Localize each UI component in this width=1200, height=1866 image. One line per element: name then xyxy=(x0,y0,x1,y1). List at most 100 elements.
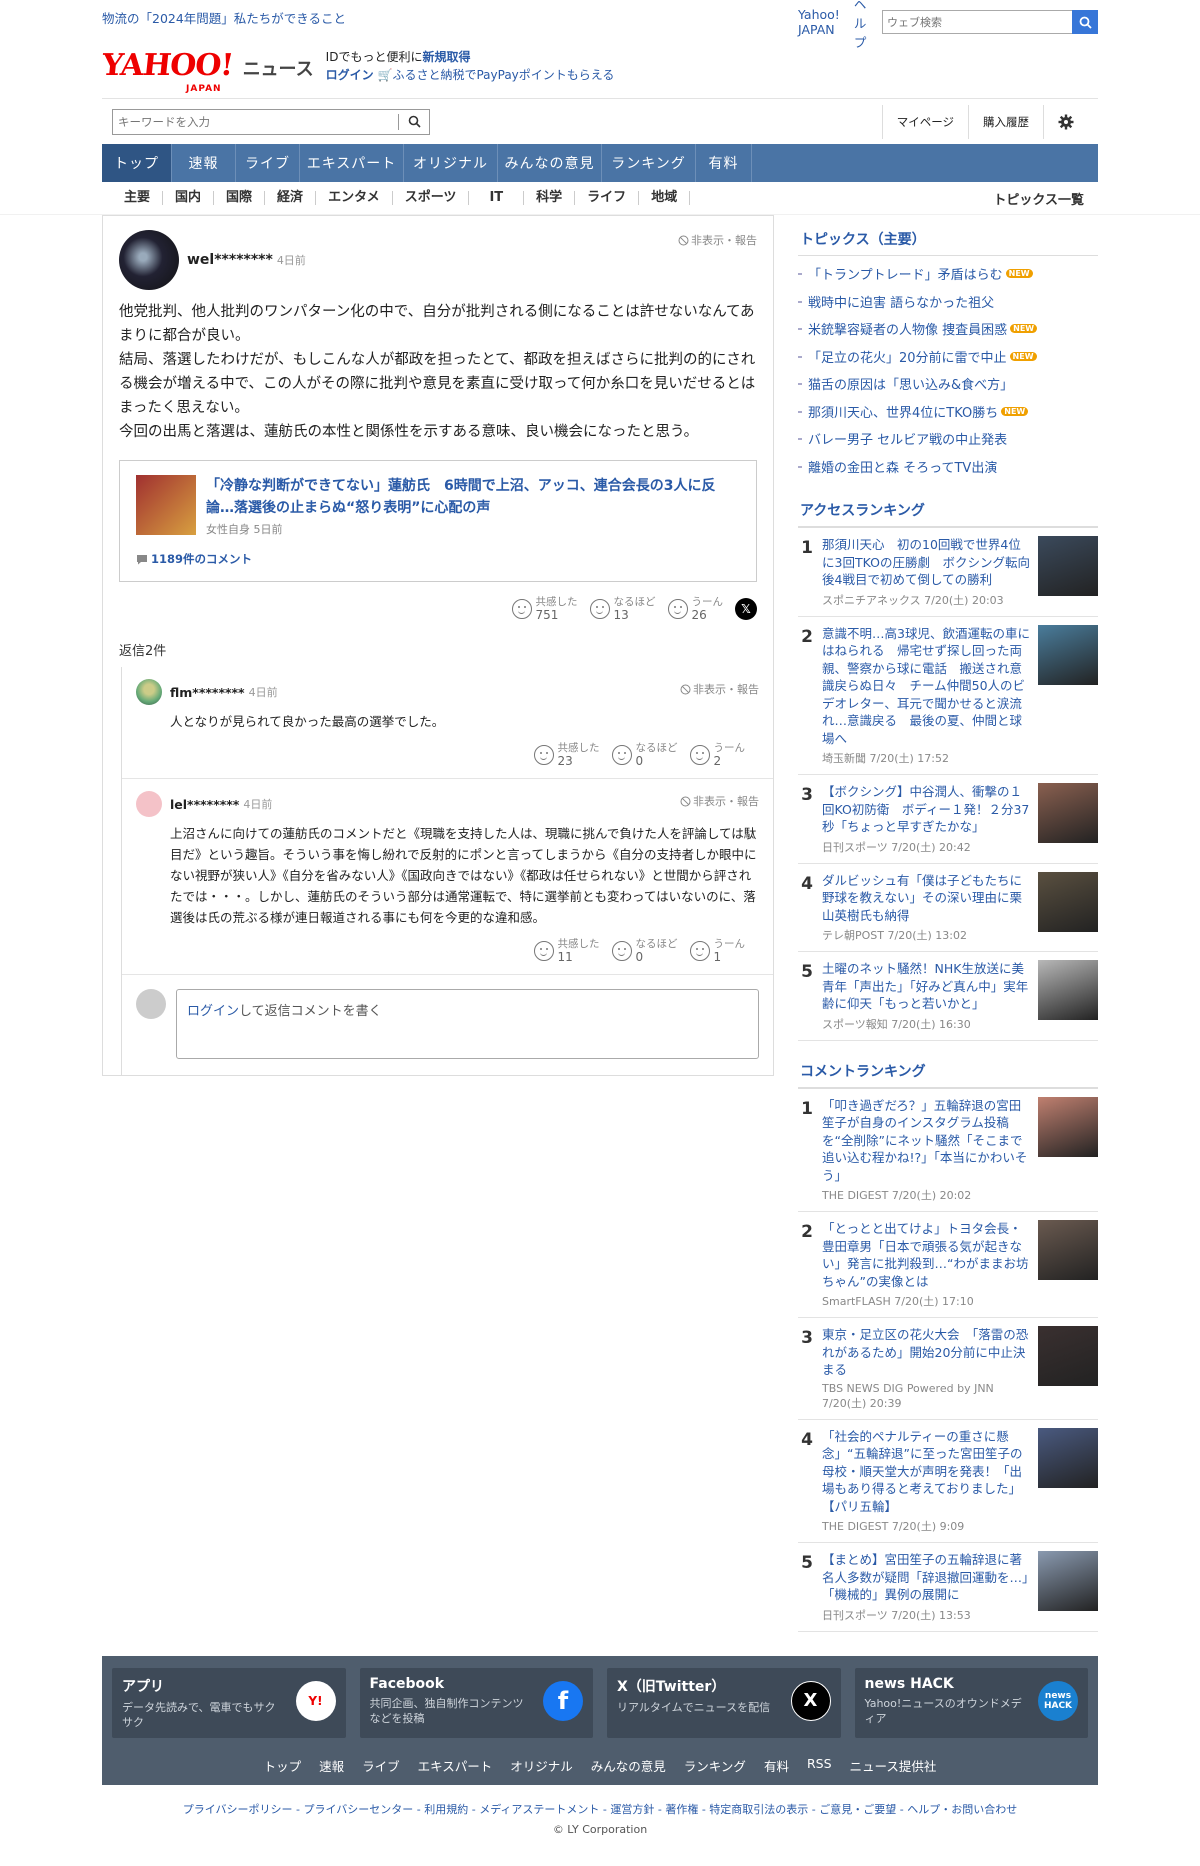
rank-title[interactable]: 【ボクシング】中谷潤人、衝撃の１回KO初防衛 ボディー１発！２分37秒「ちょっと… xyxy=(822,783,1032,836)
ranking-item[interactable]: 4 「社会的ペナルティーの重さに懸念」“五輪辞退”に至った宮田笙子の母校・順天堂大… xyxy=(798,1420,1098,1543)
topics-title[interactable]: トピックス（主要） xyxy=(798,225,1098,256)
category-economy[interactable]: 経済 xyxy=(265,191,317,205)
ranking-item[interactable]: 3 【ボクシング】中谷潤人、衝撃の１回KO初防衛 ボディー１発！２分37秒「ちょっ… xyxy=(798,775,1098,864)
category-world[interactable]: 国際 xyxy=(214,191,266,205)
rank-title[interactable]: 「社会的ペナルティーの重さに懸念」“五輪辞退”に至った宮田笙子の母校・順天堂大が… xyxy=(822,1428,1032,1516)
topics-list-link[interactable]: トピックス一覧 xyxy=(993,189,1084,208)
footer-link[interactable]: エキスパート xyxy=(418,1756,493,1775)
reaction-hmm[interactable]: うーん 1 xyxy=(689,938,745,964)
ranking-item[interactable]: 2 意識不明…高3球児、飲酒運転の車にはねられる 帰宅せず探し回った両親、警察から… xyxy=(798,617,1098,775)
web-search-button[interactable] xyxy=(1072,10,1098,34)
rank-title[interactable]: 東京・足立区の花火大会 「落雷の恐れがあるため」開始20分前に中止決まる xyxy=(822,1326,1032,1379)
footer-link[interactable]: トップ xyxy=(264,1756,302,1775)
reply-login-link[interactable]: ログイン xyxy=(187,1004,239,1019)
reaction-naruhodo[interactable]: なるほど 0 xyxy=(611,938,678,964)
report-link[interactable]: 非表示・報告 xyxy=(680,793,759,809)
footer-newshack-card[interactable]: news HACK Yahoo!ニュースのオウンドメディア news HACK xyxy=(854,1667,1088,1738)
article-comment-count[interactable]: 1189件のコメント xyxy=(136,551,740,567)
nav-opinion[interactable]: みんなの意見 xyxy=(498,144,602,182)
reaction-empathy[interactable]: 共感した 11 xyxy=(533,938,600,964)
ranking-item[interactable]: 4 ダルビッシュ有「僕は子どもたちに野球を教えない」その深い理由に栗山英樹氏も納得… xyxy=(798,864,1098,952)
rank-title[interactable]: 「叩き過ぎだろ？」五輪辞退の宮田笙子が自身のインスタグラム投稿を“全削除”にネッ… xyxy=(822,1097,1032,1185)
footer-link[interactable]: オリジナル xyxy=(510,1756,573,1775)
settings-button[interactable] xyxy=(1043,104,1088,139)
topic-item[interactable]: 「トランプトレード」矛盾はらむ NEW xyxy=(798,260,1098,288)
category-local[interactable]: 地域 xyxy=(639,191,691,205)
rank-title[interactable]: 「とっとと出てけよ」トヨタ会長・豊田章男「日本で頑張る気が起きない」発言に批判殺… xyxy=(822,1220,1032,1290)
nav-live[interactable]: ライブ xyxy=(236,144,300,182)
footer-link[interactable]: RSS xyxy=(807,1756,832,1775)
register-link[interactable]: 新規取得 xyxy=(422,50,470,64)
reaction-hmm[interactable]: うーん 2 xyxy=(689,742,745,768)
category-life[interactable]: ライフ xyxy=(575,191,640,205)
ranking-item[interactable]: 5 土曜のネット騒然！NHK生放送に美青年「声出た」「好みど真ん中」実年齢に仰天「… xyxy=(798,952,1098,1041)
category-sports[interactable]: スポーツ xyxy=(393,191,470,205)
topic-item[interactable]: 米銃撃容疑者の人物像 捜査員困惑 NEW xyxy=(798,315,1098,343)
nav-top[interactable]: トップ xyxy=(102,144,172,182)
web-search-input[interactable] xyxy=(882,10,1072,34)
reply-user[interactable]: flm******** xyxy=(170,685,245,700)
footer-link[interactable]: みんなの意見 xyxy=(591,1756,666,1775)
mypage-link[interactable]: マイページ xyxy=(881,104,968,139)
avatar[interactable] xyxy=(119,230,179,290)
category-main[interactable]: 主要 xyxy=(112,191,164,205)
footer-app-card[interactable]: アプリ データ先読みで、電車でもサクサク Y! xyxy=(112,1667,346,1738)
report-link[interactable]: 非表示・報告 xyxy=(680,681,759,697)
yahoo-news-logo[interactable]: YAHOO! JAPAN ニュース xyxy=(100,48,313,94)
category-it[interactable]: IT xyxy=(469,191,525,205)
reaction-naruhodo[interactable]: なるほど 13 xyxy=(589,596,656,622)
nav-ranking[interactable]: ランキング xyxy=(602,144,696,182)
rank-title[interactable]: 土曜のネット騒然！NHK生放送に美青年「声出た」「好みど真ん中」実年齢に仰天「も… xyxy=(822,960,1032,1013)
avatar[interactable] xyxy=(136,679,162,705)
category-domestic[interactable]: 国内 xyxy=(163,191,215,205)
logistics-link[interactable]: 物流の「2024年問題」私たちができること xyxy=(102,8,346,27)
ranking-item[interactable]: 3 東京・足立区の花火大会 「落雷の恐れがあるため」開始20分前に中止決まる TBS… xyxy=(798,1318,1098,1420)
reply-input[interactable]: ログインして返信コメントを書く xyxy=(176,989,759,1059)
rank-title[interactable]: 意識不明…高3球児、飲酒運転の車にはねられる 帰宅せず探し回った両親、警察から球… xyxy=(822,625,1032,748)
footer-link[interactable]: ライブ xyxy=(362,1756,400,1775)
keyword-search-button[interactable] xyxy=(399,110,429,134)
ranking-item[interactable]: 1 那須川天心 初の10回戦で世界4位に3回TKOの圧勝劇 ボクシング転向後4戦目… xyxy=(798,528,1098,617)
report-link[interactable]: 非表示・報告 xyxy=(678,232,757,248)
category-science[interactable]: 科学 xyxy=(524,191,576,205)
rank-title[interactable]: 那須川天心 初の10回戦で世界4位に3回TKOの圧勝劇 ボクシング転向後4戦目で… xyxy=(822,536,1032,589)
topic-item[interactable]: 戦時中に迫害 語らなかった祖父 xyxy=(798,288,1098,316)
footer-link[interactable]: ニュース提供社 xyxy=(850,1756,937,1775)
keyword-input[interactable] xyxy=(113,109,398,134)
comment-user[interactable]: wel******** xyxy=(187,252,273,268)
furusato-link[interactable]: ふるさと納税でPayPayポイントもらえる xyxy=(392,68,614,82)
reaction-hmm[interactable]: うーん 26 xyxy=(667,596,723,622)
reaction-empathy[interactable]: 共感した 751 xyxy=(511,596,578,622)
nav-original[interactable]: オリジナル xyxy=(404,144,498,182)
topic-item[interactable]: 猫舌の原因は「思い込み&食べ方」 xyxy=(798,370,1098,398)
topic-item[interactable]: 「足立の花火」20分前に雷で中止 NEW xyxy=(798,343,1098,371)
topic-item[interactable]: 那須川天心、世界4位にTKO勝ち NEW xyxy=(798,398,1098,426)
reaction-naruhodo[interactable]: なるほど 0 xyxy=(611,742,678,768)
ranking-item[interactable]: 5 【まとめ】宮田笙子の五輪辞退に著名人多数が疑問「辞退撤回運動を…」「機械的」異… xyxy=(798,1543,1098,1632)
yahoo-japan-link[interactable]: Yahoo! JAPAN xyxy=(798,7,840,37)
policy-links[interactable]: プライバシーポリシー - プライバシーセンター - 利用規約 - メディアステー… xyxy=(102,1801,1098,1817)
reply-user[interactable]: lel******** xyxy=(170,797,239,812)
article-title[interactable]: 「冷静な判断ができてない」蓮舫氏 6時間で上沼、アッコ、連合会長の3人に反論…落… xyxy=(206,475,740,519)
x-share-button[interactable]: 𝕏 xyxy=(735,598,757,620)
footer-link[interactable]: ランキング xyxy=(684,1756,746,1775)
avatar[interactable] xyxy=(136,791,162,817)
category-entertainment[interactable]: エンタメ xyxy=(316,191,393,205)
topic-item[interactable]: 離婚の金田と森 そろってTV出演 xyxy=(798,453,1098,481)
nav-breaking[interactable]: 速報 xyxy=(172,144,236,182)
nav-paid[interactable]: 有料 xyxy=(696,144,752,182)
footer-facebook-card[interactable]: Facebook 共同企画、独自制作コンテンツなどを投稿 f xyxy=(359,1667,593,1738)
nav-expert[interactable]: エキスパート xyxy=(300,144,404,182)
ranking-item[interactable]: 2 「とっとと出てけよ」トヨタ会長・豊田章男「日本で頑張る気が起きない」発言に批判… xyxy=(798,1212,1098,1318)
related-article[interactable]: 「冷静な判断ができてない」蓮舫氏 6時間で上沼、アッコ、連合会長の3人に反論…落… xyxy=(119,460,757,582)
rank-title[interactable]: 【まとめ】宮田笙子の五輪辞退に著名人多数が疑問「辞退撤回運動を…」「機械的」異例… xyxy=(822,1551,1032,1604)
footer-link[interactable]: 速報 xyxy=(319,1756,344,1775)
ranking-item[interactable]: 1 「叩き過ぎだろ？」五輪辞退の宮田笙子が自身のインスタグラム投稿を“全削除”にネ… xyxy=(798,1089,1098,1212)
reaction-empathy[interactable]: 共感した 23 xyxy=(533,742,600,768)
purchase-history-link[interactable]: 購入履歴 xyxy=(968,104,1043,139)
login-link[interactable]: ログイン xyxy=(326,68,374,82)
footer-link[interactable]: 有料 xyxy=(764,1756,789,1775)
rank-title[interactable]: ダルビッシュ有「僕は子どもたちに野球を教えない」その深い理由に栗山英樹氏も納得 xyxy=(822,872,1032,925)
topic-item[interactable]: バレー男子 セルビア戦の中止発表 xyxy=(798,425,1098,453)
footer-x-card[interactable]: X（旧Twitter） リアルタイムでニュースを配信 X xyxy=(607,1667,841,1738)
